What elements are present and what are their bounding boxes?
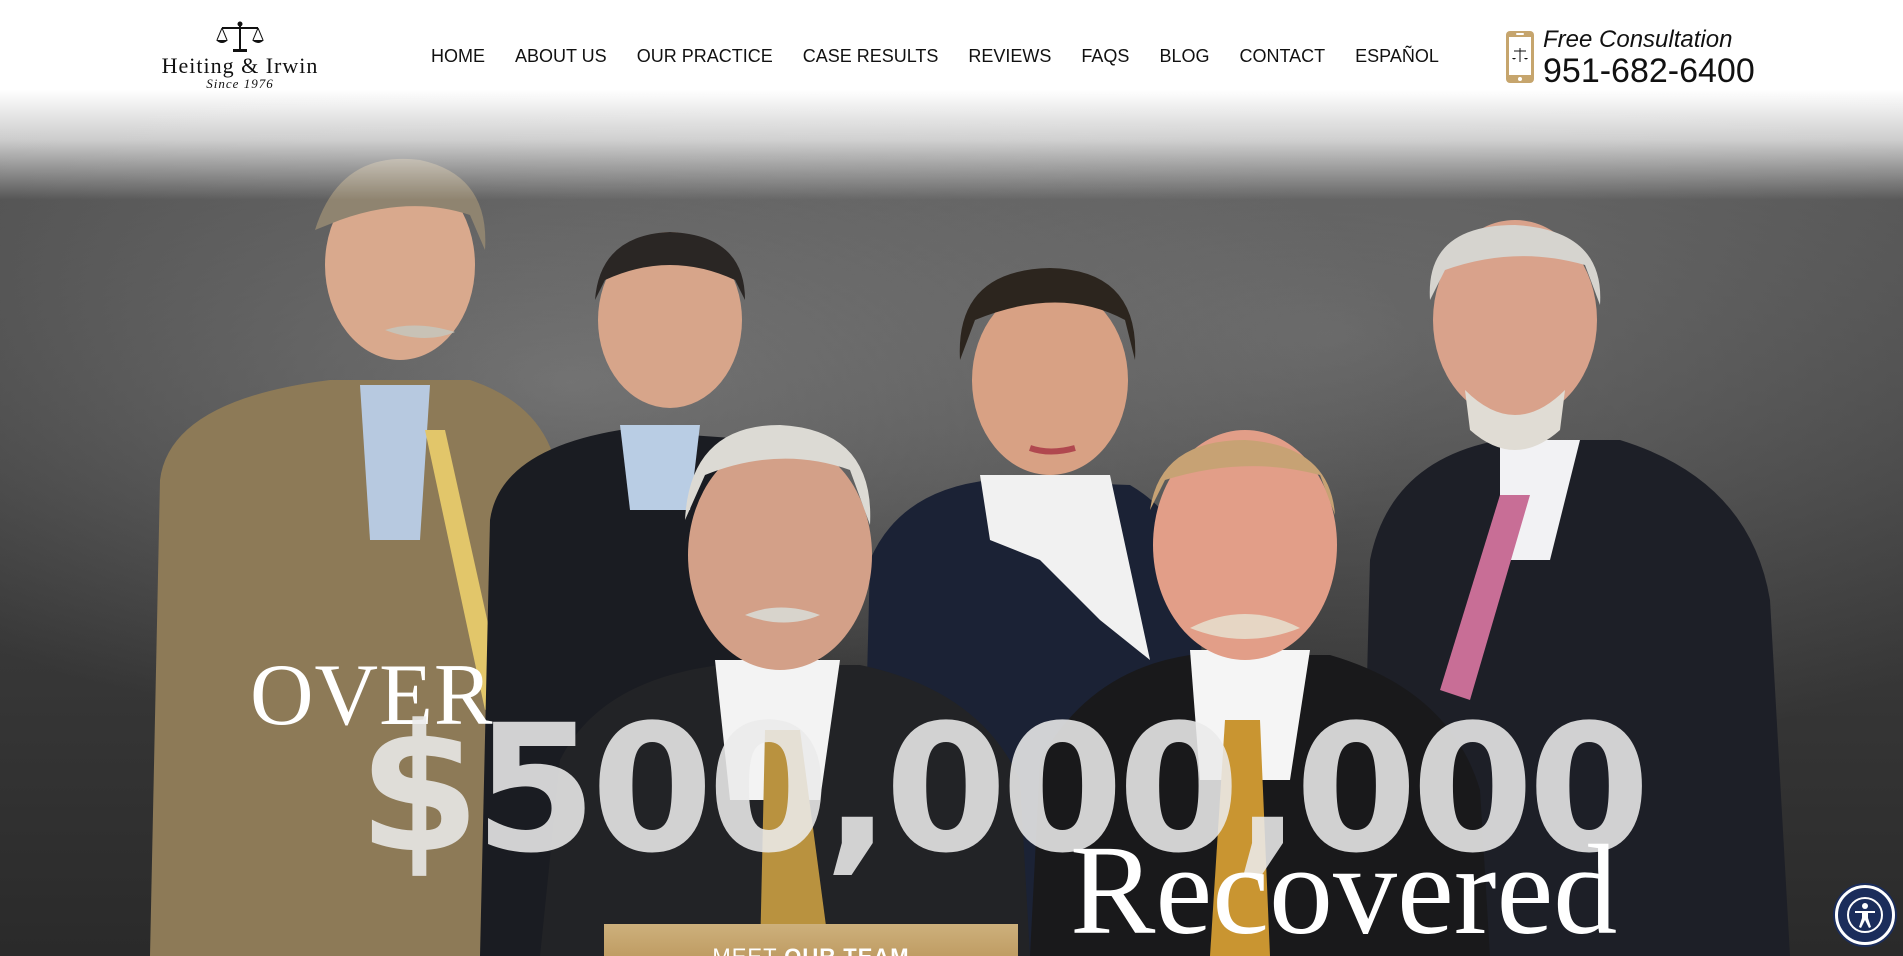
nav-item-faqs[interactable]: FAQS — [1081, 46, 1129, 67]
consultation-phone[interactable]: 951-682-6400 — [1543, 52, 1755, 91]
phone-icon — [1506, 31, 1534, 83]
logo[interactable]: Heiting & Irwin Since 1976 — [150, 20, 330, 100]
accessibility-icon — [1847, 897, 1883, 933]
logo-since: Since 1976 — [206, 76, 274, 91]
site-header: Heiting & Irwin Since 1976 HOME ABOUT US… — [0, 0, 1903, 115]
logo-name: Heiting & Irwin — [161, 53, 319, 78]
nav-item-espanol[interactable]: ESPAÑOL — [1355, 46, 1439, 67]
free-consultation[interactable]: Free Consultation 951-682-6400 — [1505, 26, 1755, 96]
scales-of-justice-icon — [216, 21, 264, 52]
nav-item-reviews[interactable]: REVIEWS — [968, 46, 1051, 67]
nav-item-about-us[interactable]: ABOUT US — [515, 46, 607, 67]
nav-item-blog[interactable]: BLOG — [1159, 46, 1209, 67]
nav-item-our-practice[interactable]: OUR PRACTICE — [637, 46, 773, 67]
nav-item-contact[interactable]: CONTACT — [1239, 46, 1325, 67]
main-nav: HOME ABOUT US OUR PRACTICE CASE RESULTS … — [431, 46, 1469, 67]
nav-item-case-results[interactable]: CASE RESULTS — [803, 46, 939, 67]
meet-our-team-button[interactable]: MEET OUR TEAM — [604, 924, 1018, 956]
nav-item-home[interactable]: HOME — [431, 46, 485, 67]
consultation-label: Free Consultation — [1543, 26, 1733, 53]
page: Heiting & Irwin Since 1976 HOME ABOUT US… — [0, 0, 1903, 956]
cta-bold: OUR TEAM — [784, 944, 909, 956]
accessibility-button[interactable] — [1835, 885, 1895, 945]
cta-prefix: MEET — [712, 944, 784, 956]
headline-recovered: Recovered — [1070, 819, 1618, 956]
